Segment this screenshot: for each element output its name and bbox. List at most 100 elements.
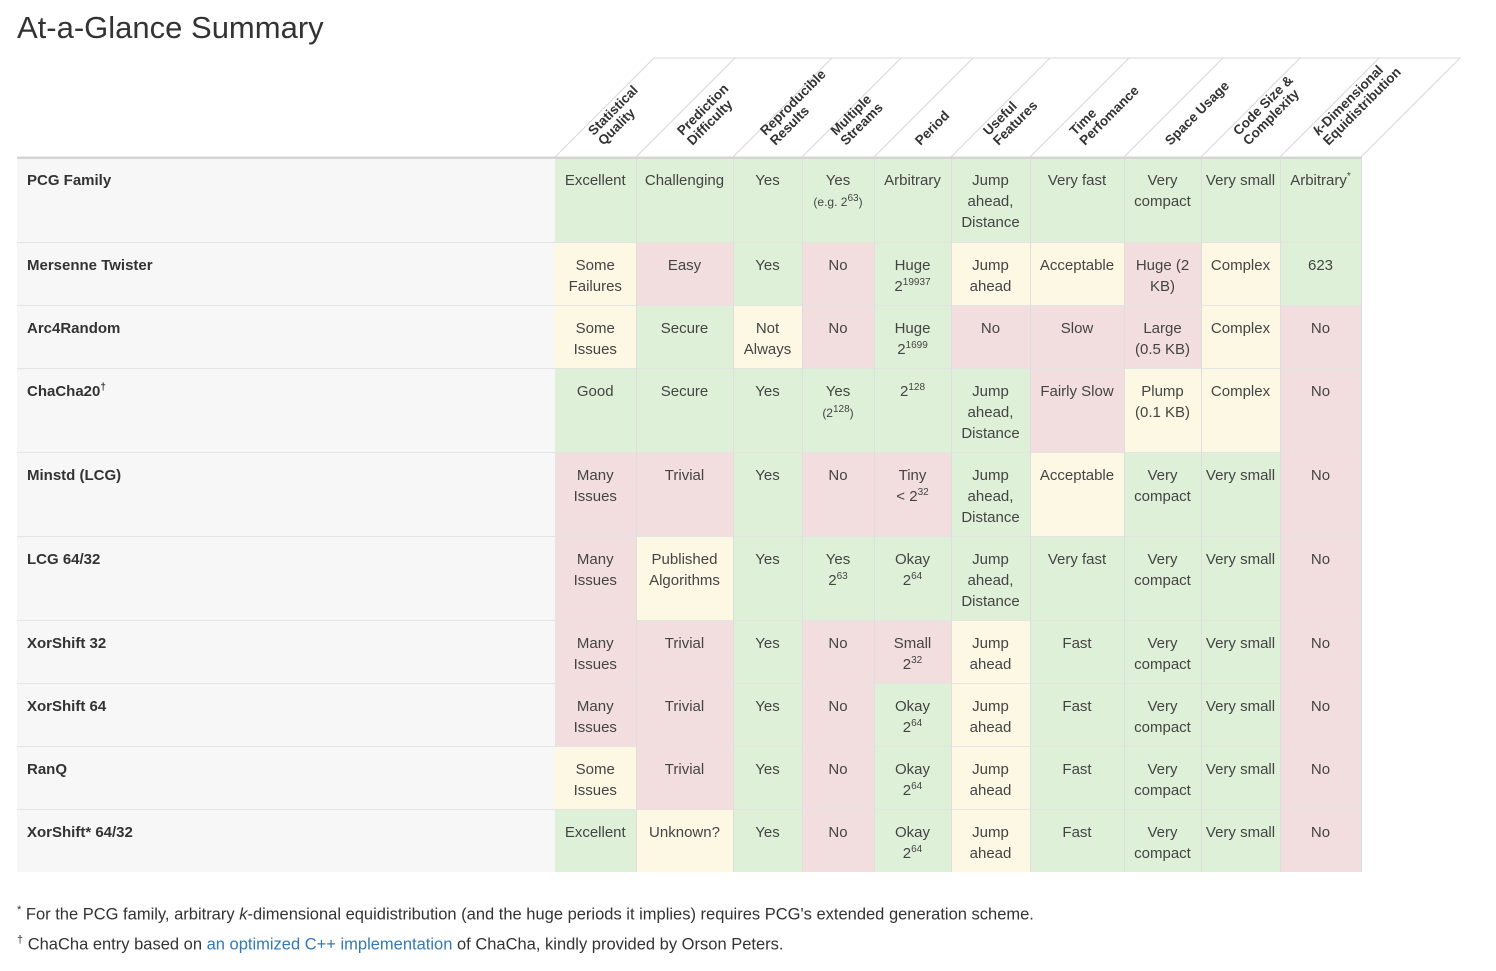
table-cell: No [1280,619,1362,683]
table-cell: Jump ahead [951,241,1031,305]
row-label: Mersenne Twister [17,241,555,305]
table-cell: Trivial [636,745,734,809]
table-cell: Some Issues [555,304,637,368]
table-cell: Very compact [1124,451,1202,536]
table-row: ChaCha20† Good Secure Yes Yes (2128) 2128 Jump … [17,367,1362,452]
table-cell: Large (0.5 KB) [1124,304,1202,368]
table-cell: Many Issues [555,619,637,683]
table-cell: Slow [1030,304,1125,368]
column-header: Space Usage [1162,78,1232,148]
table-cell: Many Issues [555,682,637,746]
row-label: PCG Family [17,157,555,242]
row-label: Minstd (LCG) [17,451,555,536]
table-cell: No [951,304,1031,368]
column-header: StatisticalQuality [585,83,651,149]
table-cell: Tiny < 232 [874,451,952,536]
table-cell: Yes [733,535,803,620]
table-cell: No [802,619,875,683]
table-cell: No [802,241,875,305]
table-cell: Yes [733,157,803,242]
table-row: XorShift* 64/32 Excellent Unknown? Yes No Oka… [17,808,1362,872]
table-cell: Some Issues [555,745,637,809]
table-cell: Complex [1201,367,1281,452]
table-cell: Many Issues [555,535,637,620]
table-cell: Very small [1201,535,1281,620]
table-cell: Trivial [636,451,734,536]
table-row: Mersenne Twister Some Failures Easy Yes No Hu… [17,241,1362,305]
table-row: LCG 64/32 Many Issues Published Algorithms… [17,535,1362,620]
table-cell: Excellent [555,808,637,872]
table-cell: Very compact [1124,745,1202,809]
row-label: ChaCha20† [17,367,555,452]
table-cell: Fast [1030,808,1125,872]
column-header: Period [912,108,952,148]
table-cell: Very compact [1124,157,1202,242]
table-cell: Very fast [1030,535,1125,620]
column-headers: StatisticalQuality PredictionDifficulty Re… [17,57,1461,158]
table-cell: No [802,745,875,809]
table-cell: Very small [1201,157,1281,242]
table-cell: Very small [1201,745,1281,809]
table-cell: Fairly Slow [1030,367,1125,452]
chacha-implementation-link[interactable]: an optimized C++ implementation [207,935,453,953]
table-cell: Acceptable [1030,451,1125,536]
table-cell: Fast [1030,619,1125,683]
table-cell: Yes [733,682,803,746]
table-cell: No [802,682,875,746]
table-cell: No [1280,808,1362,872]
table-cell: Jump ahead [951,682,1031,746]
table-cell: Yes (e.g. 263) [802,157,875,242]
table-cell: Very fast [1030,157,1125,242]
table-row: PCG Family Excellent Challenging Yes Yes (e.g… [17,157,1362,242]
column-header: UsefulFeatures [980,88,1040,148]
table-cell: Jump ahead [951,808,1031,872]
table-cell: Jump ahead, Distance [951,367,1031,452]
table-cell: Plump (0.1 KB) [1124,367,1202,452]
table-cell: Jump ahead, Distance [951,535,1031,620]
table-cell: Very small [1201,682,1281,746]
table-cell: Yes (2128) [802,367,875,452]
column-header: TimePerfomance [1067,73,1143,149]
table-cell: Excellent [555,157,637,242]
table-cell: Very compact [1124,619,1202,683]
table-cell: Trivial [636,619,734,683]
table-cell: Huge 219937 [874,241,952,305]
table-cell: Secure [636,304,734,368]
column-header: Code Size &Complexity [1230,72,1306,148]
column-header: PredictionDifficulty [674,81,741,148]
row-label: LCG 64/32 [17,535,555,620]
table-cell: Fast [1030,745,1125,809]
table-cell: Yes [733,745,803,809]
table-cell: Very small [1201,451,1281,536]
table-cell: Very compact [1124,808,1202,872]
table-cell: Yes [733,241,803,305]
table-row: RanQ Some Issues Trivial Yes No Okay 264 Jump a… [17,745,1362,809]
table-cell: Huge (2 KB) [1124,241,1202,305]
table-cell: Secure [636,367,734,452]
table-cell: Some Failures [555,241,637,305]
table-cell: 2128 [874,367,952,452]
row-label: Arc4Random [17,304,555,368]
table-cell: Complex [1201,304,1281,368]
table-cell: Small 232 [874,619,952,683]
table-cell: Very compact [1124,682,1202,746]
table-row: XorShift 64 Many Issues Trivial Yes No Okay 26… [17,682,1362,746]
column-header: ReproducibleResults [757,66,839,148]
table-cell: Jump ahead, Distance [951,157,1031,242]
table-cell: Not Always [733,304,803,368]
table-cell: Okay 264 [874,535,952,620]
table-cell: Yes [733,367,803,452]
table-cell: Very compact [1124,535,1202,620]
table-cell: Very small [1201,619,1281,683]
footnote-pcg: * For the PCG family, arbitrary k-dimens… [17,904,1034,924]
table-cell: Jump ahead [951,619,1031,683]
table-cell: No [1280,535,1362,620]
row-label: RanQ [17,745,555,809]
table-cell: Acceptable [1030,241,1125,305]
table-cell: Okay 264 [874,808,952,872]
table-cell: Unknown? [636,808,734,872]
table-cell: Easy [636,241,734,305]
table-cell: Challenging [636,157,734,242]
table-cell: No [1280,745,1362,809]
table-cell: Fast [1030,682,1125,746]
